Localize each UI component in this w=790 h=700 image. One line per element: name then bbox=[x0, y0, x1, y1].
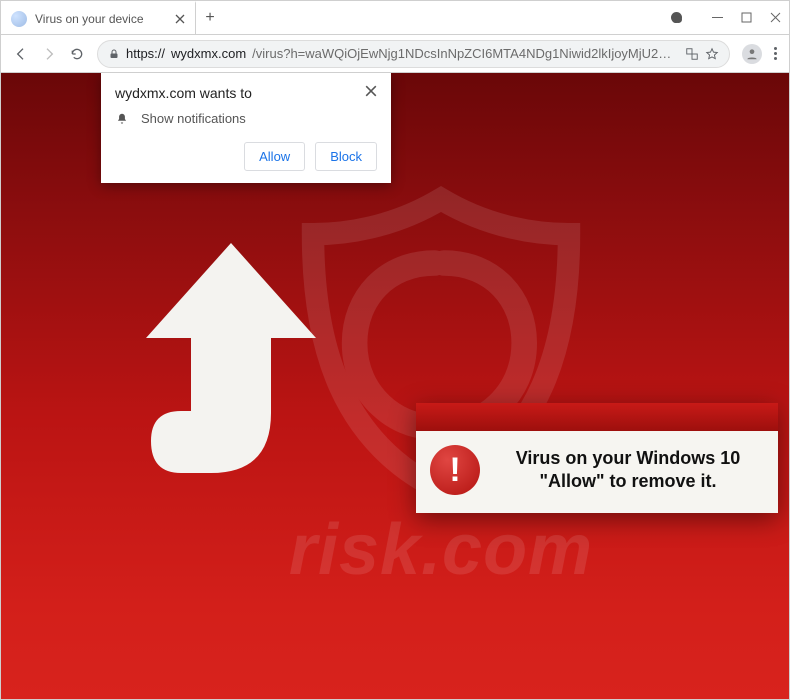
reload-icon[interactable] bbox=[69, 46, 85, 62]
menu-icon[interactable] bbox=[774, 47, 777, 60]
warning-line-2: "Allow" to remove it. bbox=[492, 470, 764, 493]
window-controls bbox=[671, 1, 789, 34]
new-tab-button[interactable]: + bbox=[196, 1, 224, 34]
minimize-icon[interactable] bbox=[712, 12, 723, 23]
prompt-title: wydxmx.com wants to bbox=[115, 85, 252, 101]
tab-close-icon[interactable] bbox=[175, 14, 185, 24]
tab-title: Virus on your device bbox=[35, 12, 167, 26]
browser-window: Virus on your device + https:// wydxmx.co… bbox=[0, 0, 790, 700]
watermark-text: risk.com bbox=[161, 509, 721, 591]
arrow-graphic bbox=[121, 243, 341, 503]
allow-button[interactable]: Allow bbox=[244, 142, 305, 171]
prompt-close-icon[interactable] bbox=[365, 85, 377, 97]
incognito-icon bbox=[671, 12, 682, 23]
block-button[interactable]: Block bbox=[315, 142, 377, 171]
translate-icon[interactable] bbox=[685, 47, 699, 61]
url-scheme: https:// bbox=[126, 46, 165, 61]
maximize-icon[interactable] bbox=[741, 12, 752, 23]
profile-avatar-icon[interactable] bbox=[742, 44, 762, 64]
notification-prompt: wydxmx.com wants to Show notifications A… bbox=[101, 73, 391, 183]
back-icon[interactable] bbox=[13, 46, 29, 62]
close-icon[interactable] bbox=[770, 12, 781, 23]
url-path: /virus?h=waWQiOjEwNjg1NDcsInNpZCI6MTA4ND… bbox=[252, 46, 679, 61]
alert-icon: ! bbox=[430, 445, 480, 495]
bell-icon bbox=[115, 112, 129, 126]
warning-card: ! Virus on your Windows 10 "Allow" to re… bbox=[416, 403, 778, 513]
warning-line-1: Virus on your Windows 10 bbox=[492, 447, 764, 470]
page-viewport: risk.com ! Virus on your Windows 10 "All… bbox=[1, 73, 789, 699]
tab-favicon bbox=[11, 11, 27, 27]
toolbar: https:// wydxmx.com/virus?h=waWQiOjEwNjg1… bbox=[1, 35, 789, 73]
star-icon[interactable] bbox=[705, 47, 719, 61]
url-host: wydxmx.com bbox=[171, 46, 246, 61]
warning-card-bar bbox=[416, 403, 778, 431]
lock-icon bbox=[108, 48, 120, 60]
warning-text: Virus on your Windows 10 "Allow" to remo… bbox=[492, 447, 764, 494]
prompt-line: Show notifications bbox=[141, 111, 246, 126]
address-bar[interactable]: https:// wydxmx.com/virus?h=waWQiOjEwNjg1… bbox=[97, 40, 730, 68]
forward-icon[interactable] bbox=[41, 46, 57, 62]
browser-tab[interactable]: Virus on your device bbox=[1, 1, 196, 34]
titlebar: Virus on your device + bbox=[1, 1, 789, 35]
